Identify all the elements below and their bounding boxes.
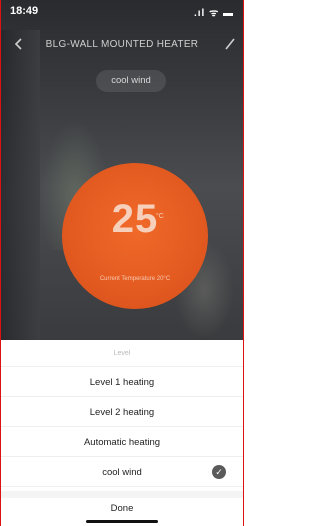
home-indicator xyxy=(86,520,158,523)
option-label: Automatic heating xyxy=(83,437,161,448)
option-cool-wind[interactable]: cool wind ✓ xyxy=(0,458,244,487)
frame-border-right xyxy=(243,0,244,526)
app-screen: 18:49 .ıl ᯤ ▬ BLG-WALL MOUNTED HEATER co… xyxy=(0,0,244,526)
chevron-left-icon xyxy=(14,38,22,50)
option-level-2-heating[interactable]: Level 2 heating xyxy=(0,398,244,427)
sheet-title: Level xyxy=(0,340,244,367)
back-button[interactable] xyxy=(14,37,30,55)
header: BLG-WALL MOUNTED HEATER xyxy=(0,34,244,58)
option-label: Level 2 heating xyxy=(89,407,155,418)
edit-icon xyxy=(225,38,235,50)
option-label: Level 1 heating xyxy=(89,377,155,388)
option-level-1-heating[interactable]: Level 1 heating xyxy=(0,368,244,397)
frame-border-left xyxy=(0,0,1,526)
edit-button[interactable] xyxy=(224,37,238,53)
option-automatic-heating[interactable]: Automatic heating xyxy=(0,428,244,457)
status-icons: .ıl ᯤ ▬ xyxy=(193,8,234,19)
level-action-sheet: Level Level 1 heating Level 2 heating Au… xyxy=(0,340,244,526)
temperature-value: 25 xyxy=(111,197,159,241)
check-icon: ✓ xyxy=(212,465,226,479)
status-time: 18:49 xyxy=(10,5,39,17)
page-title: BLG-WALL MOUNTED HEATER xyxy=(45,39,199,50)
background-window-frame xyxy=(0,30,40,340)
mode-pill[interactable]: cool wind xyxy=(96,70,166,92)
option-label: cool wind xyxy=(102,467,142,478)
sheet-separator xyxy=(0,491,244,498)
temperature-dial[interactable]: 25 °C Current Temperature 20°C xyxy=(62,163,208,309)
temperature-unit: °C xyxy=(156,213,164,220)
status-bar: 18:49 .ıl ᯤ ▬ xyxy=(0,0,244,22)
done-button[interactable]: Done xyxy=(0,498,244,520)
current-temperature: Current Temperature 20°C xyxy=(99,276,171,282)
